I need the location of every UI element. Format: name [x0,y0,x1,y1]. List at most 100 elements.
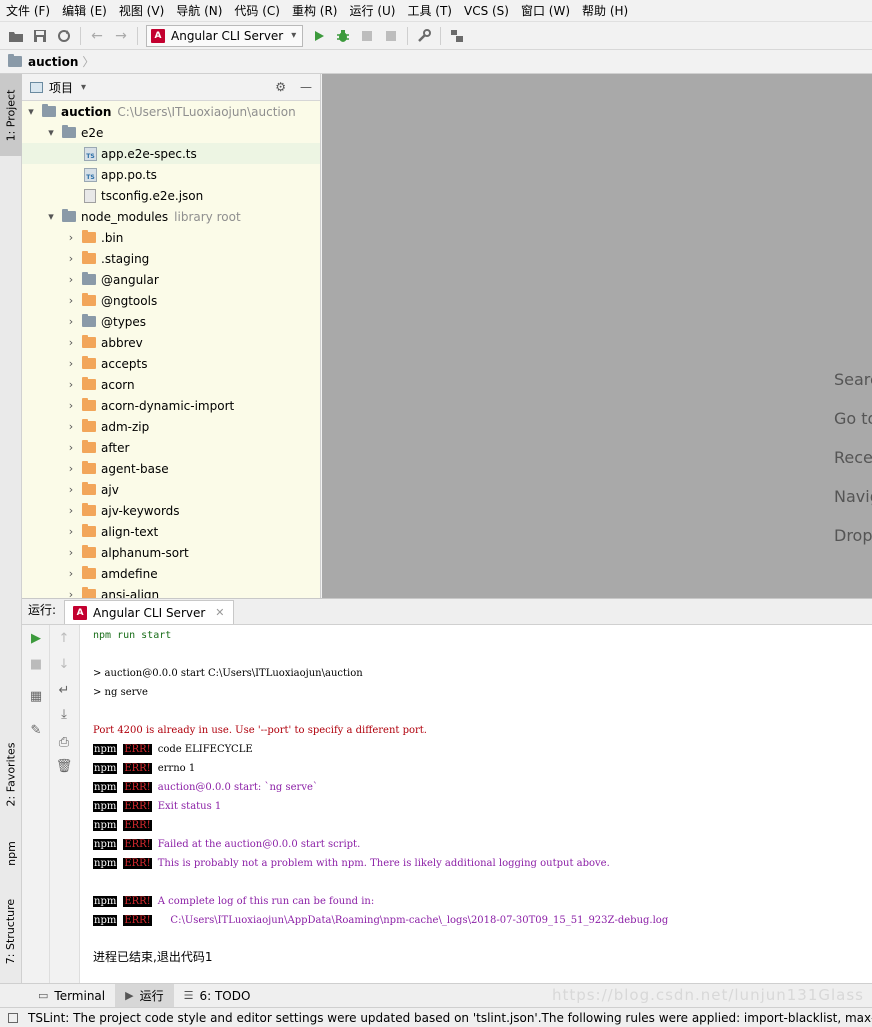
tree-file[interactable]: TS app.e2e-spec.ts [22,143,320,164]
sync-icon[interactable] [52,25,76,47]
open-folder-icon[interactable] [4,25,28,47]
main-toolbar: ← → A Angular CLI Server ▾ [0,22,872,50]
folder-icon [82,272,96,285]
menu-window[interactable]: 窗口 (W) [515,2,576,19]
stop-icon[interactable]: ■ [22,657,50,672]
coverage-icon[interactable] [355,25,379,47]
toggle-tool-windows-icon[interactable] [8,1012,18,1023]
tree-module[interactable]: › agent-base [22,458,320,479]
stop-icon[interactable] [379,25,403,47]
tab-structure[interactable]: 7: Structure [0,886,22,976]
chevron-right-icon[interactable]: › [64,378,78,391]
minimize-icon[interactable]: — [300,80,312,94]
tab-run[interactable]: ▶ 运行 [115,983,174,1008]
tree-root[interactable]: ▾ auction C:\Users\ITLuoxiaojun\auction [22,101,320,122]
project-structure-icon[interactable] [445,25,469,47]
down-arrow-icon[interactable]: ↓ [50,657,78,672]
tab-project[interactable]: 1: Project [0,74,22,156]
menu-refactor[interactable]: 重构 (R) [286,2,344,19]
rerun-icon[interactable]: ▶ [22,631,50,646]
expand-arrow-icon[interactable]: ▾ [44,126,58,139]
tree-module[interactable]: › @ngtools [22,290,320,311]
back-arrow-icon[interactable]: ← [85,25,109,47]
chevron-right-icon[interactable]: › [64,294,78,307]
tree-folder-node-modules[interactable]: ▾ node_modules library root [22,206,320,227]
expand-arrow-icon[interactable]: ▾ [44,210,58,223]
menu-file[interactable]: 文件 (F) [0,2,56,19]
up-arrow-icon[interactable]: ↑ [50,631,78,646]
chevron-right-icon[interactable]: › [64,588,78,598]
tree-module[interactable]: › abbrev [22,332,320,353]
chevron-right-icon[interactable]: › [64,483,78,496]
project-view-select[interactable]: 项目 [49,79,73,96]
scroll-to-end-icon[interactable]: ⤓ [50,707,78,722]
menu-view[interactable]: 视图 (V) [113,2,170,19]
breadcrumb-item-auction[interactable]: auction [28,55,78,69]
chevron-right-icon[interactable]: › [64,315,78,328]
run-icon[interactable] [307,25,331,47]
menu-vcs[interactable]: VCS (S) [458,4,515,18]
tree-module[interactable]: › alphanum-sort [22,542,320,563]
chevron-right-icon[interactable]: › [64,273,78,286]
close-icon[interactable]: ✕ [215,606,224,619]
menu-help[interactable]: 帮助 (H) [576,2,634,19]
chevron-down-icon[interactable]: ▾ [81,82,86,93]
tree-module[interactable]: › .staging [22,248,320,269]
err-tag: ERR! [123,763,152,774]
run-configuration-select[interactable]: A Angular CLI Server ▾ [146,24,304,47]
tree-module[interactable]: › acorn-dynamic-import [22,395,320,416]
chevron-right-icon[interactable]: › [64,567,78,580]
console-output[interactable]: npm run start > auction@0.0.0 start C:\U… [80,625,872,983]
tree-module[interactable]: › ajv [22,479,320,500]
tree-file[interactable]: TS app.po.ts [22,164,320,185]
chevron-right-icon[interactable]: › [64,462,78,475]
chevron-right-icon[interactable]: › [64,546,78,559]
tree-module[interactable]: › .bin [22,227,320,248]
tree-module[interactable]: › adm-zip [22,416,320,437]
trash-icon[interactable]: 🗑 [50,759,78,774]
soft-wrap-icon[interactable]: ↵ [50,683,78,698]
npm-error-line: npm ERR! C:\Users\ITLuoxiaojun\AppData\Ro… [93,914,668,927]
wrench-icon[interactable] [412,25,436,47]
tab-favorites[interactable]: 2: Favorites [0,729,22,819]
menu-tools[interactable]: 工具 (T) [401,2,458,19]
menu-navigate[interactable]: 导航 (N) [170,2,228,19]
tree-folder-e2e[interactable]: ▾ e2e [22,122,320,143]
chevron-right-icon[interactable]: › [64,441,78,454]
folder-icon [82,293,96,306]
menu-edit[interactable]: 编辑 (E) [56,2,113,19]
menu-code[interactable]: 代码 (C) [228,2,286,19]
chevron-right-icon[interactable]: › [64,420,78,433]
gear-icon[interactable]: ⚙ [275,80,286,94]
status-message[interactable]: TSLint: The project code style and edito… [28,1011,872,1025]
tree-module[interactable]: › align-text [22,521,320,542]
tab-terminal[interactable]: ▭ Terminal [28,984,115,1008]
expand-arrow-icon[interactable]: ▾ [24,105,38,118]
tree-file[interactable]: tsconfig.e2e.json [22,185,320,206]
tree-module[interactable]: › @angular [22,269,320,290]
tree-module[interactable]: › ajv-keywords [22,500,320,521]
tab-todo[interactable]: ☰ 6: TODO [174,984,261,1008]
pin-icon[interactable]: ✎ [22,723,50,738]
chevron-right-icon[interactable]: › [64,231,78,244]
chevron-right-icon[interactable]: › [64,336,78,349]
tree-module[interactable]: › @types [22,311,320,332]
tab-npm[interactable]: npm [0,826,22,880]
layout-icon[interactable]: ▦ [22,689,50,704]
tree-module[interactable]: › after [22,437,320,458]
tree-module[interactable]: › accepts [22,353,320,374]
tree-module[interactable]: › amdefine [22,563,320,584]
chevron-right-icon[interactable]: › [64,504,78,517]
chevron-right-icon[interactable]: › [64,252,78,265]
debug-icon[interactable] [331,25,355,47]
print-icon[interactable]: ⎙ [50,735,78,750]
tree-module[interactable]: › ansi-align [22,584,320,598]
tree-module[interactable]: › acorn [22,374,320,395]
chevron-right-icon[interactable]: › [64,399,78,412]
forward-arrow-icon[interactable]: → [109,25,133,47]
tab-angular-cli-server[interactable]: A Angular CLI Server ✕ [64,600,234,624]
chevron-right-icon[interactable]: › [64,357,78,370]
menu-run[interactable]: 运行 (U) [344,2,402,19]
save-all-icon[interactable] [28,25,52,47]
chevron-right-icon[interactable]: › [64,525,78,538]
